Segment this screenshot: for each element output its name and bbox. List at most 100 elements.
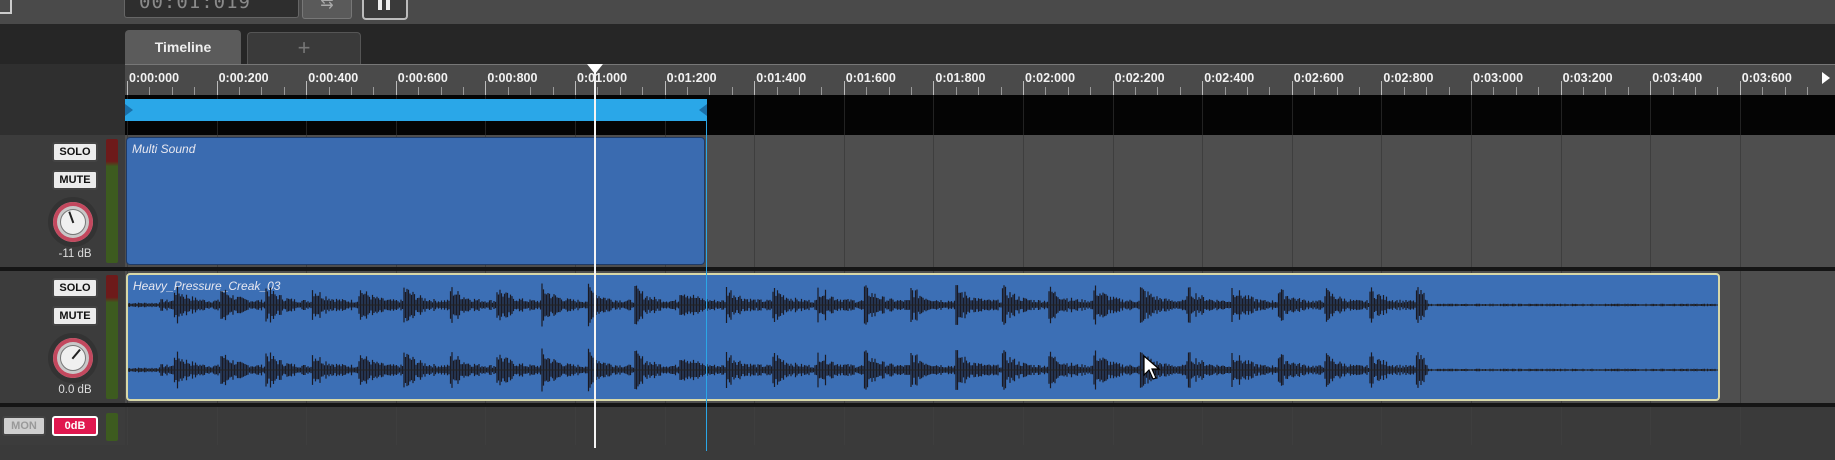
ruler-minor-tick [1672,87,1674,95]
grid-line [1739,271,1741,403]
audio-clip-multi-sound[interactable]: Multi Sound [126,137,705,265]
ruler-minor-tick [709,87,711,95]
volume-knob[interactable] [53,338,93,378]
grid-line [933,95,935,135]
grid-line [754,135,756,267]
ruler-tick [1023,81,1024,95]
grid-line [1112,135,1114,267]
ruler-tick [485,81,487,95]
ruler-minor-tick [1807,87,1808,95]
grid-line [1650,407,1652,445]
ruler-minor-tick [866,87,868,95]
ruler-minor-tick [1269,87,1271,95]
monitor-button[interactable]: MON [2,416,46,436]
solo-button[interactable]: SOLO [52,278,98,298]
grid-line [216,407,218,445]
solo-button[interactable]: SOLO [52,142,98,162]
ruler-minor-tick [911,87,912,95]
audio-clip-heavy-pressure-creak[interactable]: Heavy_Pressure_Creak_03 [126,273,1720,401]
ruler-scroll-right-icon[interactable] [1822,72,1830,84]
master-level-button[interactable]: 0dB [52,416,98,436]
ruler-tick [754,81,756,95]
ruler-label: 0:00:200 [218,71,269,85]
ruler-minor-tick [171,87,173,95]
clip-name: Multi Sound [132,142,196,156]
ruler-minor-tick [1314,87,1316,95]
ruler-minor-tick [955,87,957,95]
grid-line [1202,95,1204,135]
add-tab-button[interactable]: + [247,32,361,64]
grid-line [754,407,756,445]
mute-button[interactable]: MUTE [52,170,98,190]
ruler-label: 0:02:600 [1293,71,1344,85]
ruler-tick [395,81,397,95]
scrollbar-track[interactable] [0,445,1835,460]
grid-line [1291,95,1293,135]
grid-line [1202,135,1204,267]
ruler-minor-tick [440,87,442,95]
ruler-minor-tick [597,87,599,95]
ruler-minor-tick [261,87,263,95]
ruler-tick [1650,81,1652,95]
mute-button[interactable]: MUTE [52,306,98,326]
playhead-marker-icon[interactable] [587,64,603,74]
grid-line [575,407,576,445]
loop-region[interactable] [125,99,707,121]
ruler-minor-tick [1403,87,1405,95]
ruler-minor-tick [1179,87,1181,95]
track-header-1: SOLO MUTE -11 dB [0,135,125,267]
ruler-minor-tick [888,87,890,95]
grid-line [306,407,308,445]
ruler-label: 0:00:400 [308,71,359,85]
track-header-2: SOLO MUTE 0.0 dB [0,271,125,403]
playhead[interactable] [594,68,596,448]
time-ruler[interactable]: 0:00:000 0:00:200 0:00:400 0:00:600 0:00:800… [125,64,1835,95]
ruler-tick [1381,81,1383,95]
tab-timeline[interactable]: Timeline [125,30,241,64]
waveform [128,283,1718,392]
pause-button[interactable] [362,0,408,20]
pause-icon [378,0,382,10]
ruler-tick [933,81,935,95]
grid-line [395,407,397,445]
ruler-tick [1471,81,1472,95]
ruler-tick [1202,81,1204,95]
ruler-minor-tick [1515,87,1517,95]
mouse-cursor-icon [1143,355,1161,380]
ruler-minor-tick [552,87,554,95]
loop-end-handle-icon[interactable] [699,104,707,116]
ruler-minor-tick [731,87,733,95]
volume-knob[interactable] [53,202,93,242]
grid-line [1291,135,1293,267]
grid-line [1023,95,1024,135]
ruler-tick [1112,81,1114,95]
grid-line [1650,135,1652,267]
master-header: MON 0dB [0,407,125,445]
ruler-minor-tick [821,87,823,95]
grid-line [843,407,845,445]
ruler-minor-tick [194,87,196,95]
ruler-minor-tick [149,87,151,95]
grid-line [933,407,935,445]
ruler-minor-tick [1762,87,1764,95]
grid-line [1739,135,1741,267]
grid-line [127,407,128,445]
ruler-minor-tick [978,87,980,95]
ruler-minor-tick [1448,87,1450,95]
grid-line [1291,407,1293,445]
ruler-minor-tick [1717,87,1719,95]
ruler-label: 0:01:400 [756,71,807,85]
loop-button[interactable]: ⇆ [302,0,352,19]
level-meter [106,275,118,399]
ruler-label: 0:01:800 [935,71,986,85]
ruler-label: 0:02:000 [1025,71,1076,85]
ruler-minor-tick [507,87,509,95]
ruler-minor-tick [1067,87,1069,95]
ruler-minor-tick [328,87,330,95]
master-meter [106,413,118,441]
loop-start-handle-icon[interactable] [125,104,133,116]
ruler-minor-tick [418,87,420,95]
ruler-tick [575,81,576,95]
ruler-minor-tick [1605,87,1607,95]
ruler-minor-tick [530,87,532,95]
